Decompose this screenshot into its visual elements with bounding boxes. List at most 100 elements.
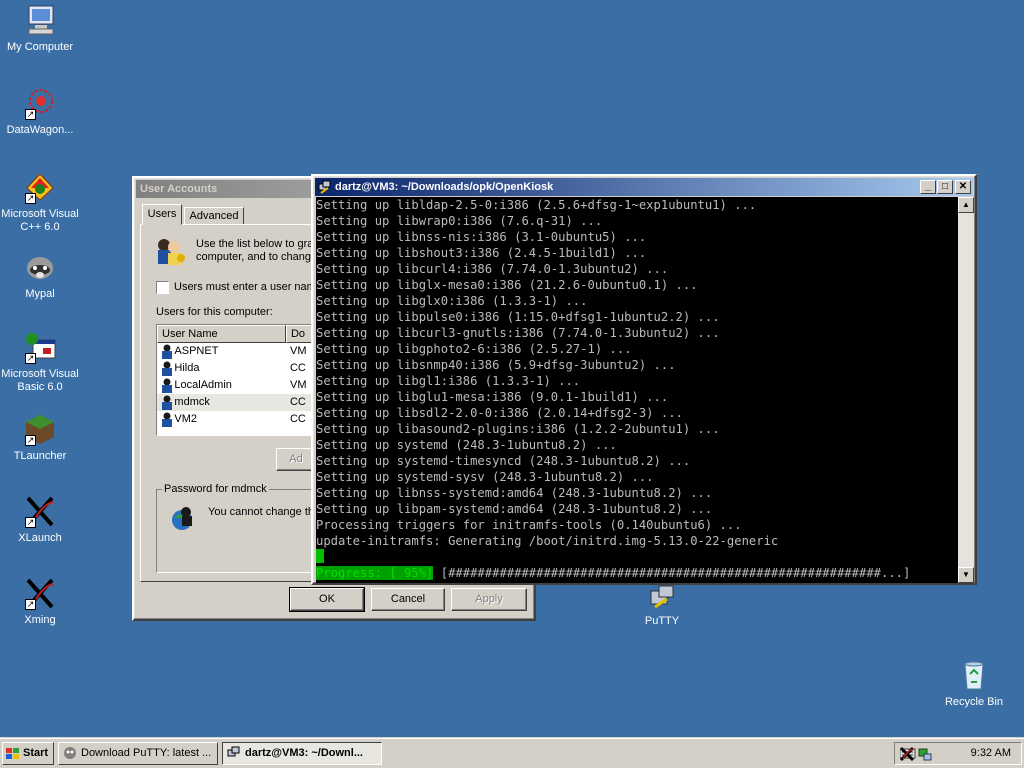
intro-text: Use the list below to gra computer, and … (196, 238, 314, 263)
putty-titlebar[interactable]: dartz@VM3: ~/Downloads/opk/OpenKiosk _ □… (315, 178, 973, 196)
cancel-button[interactable]: Cancel (371, 588, 445, 611)
terminal-line: Setting up libgl1:i386 (1.3.3-1) ... (316, 374, 581, 388)
table-row[interactable]: VM2 CC (157, 411, 315, 428)
table-row[interactable]: Hilda CC (157, 360, 315, 377)
taskbar-item-download-putty[interactable]: Download PuTTY: latest ... (58, 742, 218, 765)
desktop-icon-mypal[interactable]: Mypal (0, 250, 80, 301)
desktop-icon-label: My Computer (6, 41, 74, 53)
user-icon (157, 377, 174, 394)
scroll-down-icon[interactable]: ▼ (958, 567, 974, 583)
users-icon (154, 236, 188, 271)
terminal-line: Setting up libpulse0:i386 (1:15.0+dfsg1-… (316, 310, 720, 324)
user-name-cell: ASPNET (174, 345, 219, 357)
table-header: User Name Do (157, 325, 315, 343)
desktop-icon-xlaunch[interactable]: ↗ XLaunch (0, 494, 80, 545)
terminal-line: Setting up libcurl4:i386 (7.74.0-1.3ubun… (316, 262, 669, 276)
desktop-icon-visual-basic[interactable]: ↗ Microsoft Visual Basic 6.0 (0, 330, 80, 394)
shortcut-arrow-icon: ↗ (25, 517, 36, 528)
start-button[interactable]: Start (2, 742, 54, 765)
terminal-line: Setting up systemd (248.3-1ubuntu8.2) ..… (316, 438, 617, 452)
terminal-cursor-line (316, 549, 958, 565)
must-enter-label: Users must enter a user nam (174, 281, 316, 293)
window-title: User Accounts (140, 183, 218, 195)
user-icon (157, 360, 174, 377)
table-row[interactable]: LocalAdmin VM (157, 377, 315, 394)
visual-cpp-icon: ↗ (23, 170, 57, 204)
terminal-line: Setting up libnss-nis:i386 (3.1-0ubuntu5… (316, 230, 647, 244)
desktop-icon-putty[interactable]: PuTTY (622, 583, 702, 628)
visual-basic-icon: ↗ (23, 330, 57, 364)
tlauncher-icon: ↗ (23, 412, 57, 446)
network-icon[interactable] (917, 746, 933, 765)
terminal-cursor (316, 549, 324, 563)
terminal-line: Setting up libshout3:i386 (2.4.5-1build1… (316, 246, 647, 260)
minimize-icon[interactable]: _ (920, 180, 936, 194)
progress-label: Progress: [ 95%] (316, 566, 434, 580)
window-title: dartz@VM3: ~/Downloads/opk/OpenKiosk (335, 181, 554, 193)
terminal-line: Setting up systemd-timesyncd (248.3-1ubu… (316, 454, 691, 468)
terminal-output[interactable]: Setting up libldap-2.5-0:i386 (2.5.6+dfs… (316, 197, 958, 583)
close-icon[interactable]: ✕ (955, 180, 971, 194)
browser-icon (63, 746, 77, 764)
user-icon (157, 411, 174, 428)
desktop-icon-label: DataWagon... (6, 124, 74, 136)
user-icon (157, 343, 174, 360)
user-name-cell: Hilda (174, 362, 200, 374)
desktop-icon-label: Recycle Bin (944, 696, 1004, 708)
password-text: You cannot change th (208, 506, 315, 518)
terminal-line: Setting up libglx0:i386 (1.3.3-1) ... (316, 294, 588, 308)
apply-button[interactable]: Apply (451, 588, 527, 611)
users-table[interactable]: User Name Do ASPNET VM Hilda CC LocalAdmin VM… (156, 324, 316, 436)
terminal-line: Setting up libgphoto2-6:i386 (2.5.27-1) … (316, 342, 632, 356)
putty-title-icon (318, 180, 332, 196)
must-enter-checkbox[interactable] (156, 281, 169, 294)
user-name-cell: mdmck (174, 396, 210, 408)
taskbar: Start Download PuTTY: latest ... dartz@V… (0, 738, 1024, 768)
password-user-icon (168, 504, 198, 537)
desktop-icon-label: Xming (24, 614, 56, 626)
user-icon (157, 394, 174, 411)
ok-button[interactable]: OK (289, 587, 365, 612)
tab-advanced[interactable]: Advanced (184, 207, 244, 225)
column-header-username[interactable]: User Name (157, 325, 286, 343)
shortcut-arrow-icon: ↗ (25, 193, 36, 204)
desktop-icon-visual-cpp[interactable]: ↗ Microsoft Visual C++ 6.0 (0, 170, 80, 234)
maximize-icon[interactable]: □ (937, 180, 953, 194)
clock[interactable]: 9:32 AM (971, 747, 1011, 759)
terminal-line: Setting up libglu1-mesa:i386 (9.0.1-1bui… (316, 390, 669, 404)
table-row[interactable]: mdmck CC (157, 394, 315, 411)
add-button[interactable]: Ad (276, 448, 316, 471)
desktop-icon-label: PuTTY (644, 615, 680, 627)
desktop-icon-tlauncher[interactable]: ↗ TLauncher (0, 412, 80, 463)
system-tray: 9:32 AM (894, 742, 1022, 765)
progress-line: Progress: [ 95%] [######################… (316, 565, 958, 583)
terminal-scrollbar[interactable]: ▲ ▼ (958, 197, 974, 583)
desktop-icon-label: Microsoft Visual Basic 6.0 (1, 368, 79, 393)
tab-users[interactable]: Users (142, 204, 182, 225)
user-name-cell: LocalAdmin (174, 379, 232, 391)
xlaunch-icon: ↗ (23, 494, 57, 528)
desktop-icon-my-computer[interactable]: My Computer (0, 3, 80, 54)
terminal-line: Setting up libnss-systemd:amd64 (248.3-1… (316, 486, 713, 500)
desktop-icon-datawagon[interactable]: ↗ DataWagon... (0, 86, 80, 137)
terminal-line: Setting up libwrap0:i386 (7.6.q-31) ... (316, 214, 603, 228)
putty-icon (227, 746, 241, 764)
recycle-bin-icon (957, 658, 991, 692)
desktop-icon-label: XLaunch (18, 532, 62, 544)
desktop-icon-xming[interactable]: ↗ Xming (0, 576, 80, 627)
xming-tray-icon[interactable] (899, 746, 915, 765)
scroll-up-icon[interactable]: ▲ (958, 197, 974, 213)
taskbar-item-putty-session[interactable]: dartz@VM3: ~/Downl... (222, 742, 382, 765)
shortcut-arrow-icon: ↗ (25, 435, 36, 446)
terminal-line: Setting up systemd-sysv (248.3-1ubuntu8.… (316, 470, 654, 484)
desktop-icon-recycle-bin[interactable]: Recycle Bin (934, 658, 1014, 709)
terminal-line: Setting up libsnmp40:i386 (5.9+dfsg-3ubu… (316, 358, 676, 372)
shortcut-arrow-icon: ↗ (25, 353, 36, 364)
terminal-line: Setting up libldap-2.5-0:i386 (2.5.6+dfs… (316, 198, 757, 212)
table-row[interactable]: ASPNET VM (157, 343, 315, 360)
desktop-icon-label: TLauncher (13, 450, 67, 462)
terminal-line: Setting up libsdl2-2.0-0:i386 (2.0.14+df… (316, 406, 683, 420)
terminal-line: Setting up libasound2-plugins:i386 (1.2.… (316, 422, 720, 436)
users-list-label: Users for this computer: (156, 306, 273, 318)
xming-icon: ↗ (23, 576, 57, 610)
